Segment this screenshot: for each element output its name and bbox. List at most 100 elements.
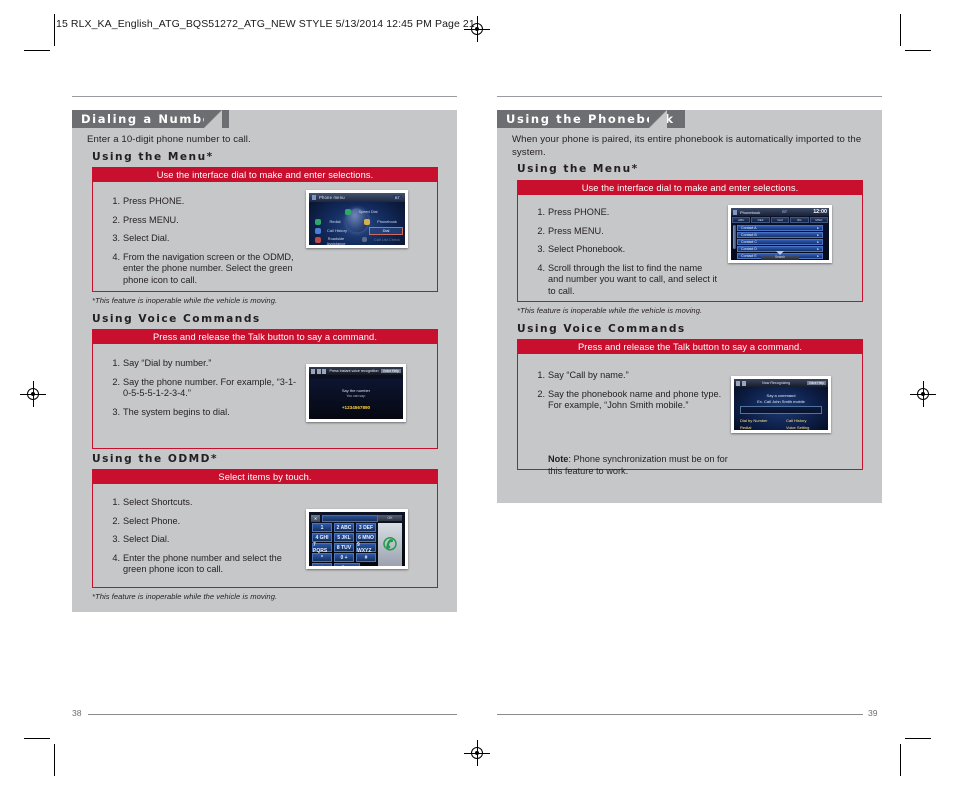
right-intro-text: When your phone is paired, its entire ph… — [512, 134, 862, 158]
voice-option-dial-by-number[interactable]: Dial by Number — [740, 418, 768, 423]
phonebook-tab-jkl[interactable]: JKL — [790, 217, 809, 223]
left-block2-procbox: Press and release the Talk button to say… — [92, 329, 438, 449]
keypad-key-hash[interactable]: # — [356, 553, 376, 562]
left-block1-footnote: *This feature is inoperable while the ve… — [92, 296, 278, 305]
right-page-top-rule — [497, 96, 882, 97]
list-item: 1. Press PHONE. — [533, 207, 718, 219]
crop-mark-top-right-h — [905, 50, 931, 51]
step-number: 1. — [112, 358, 120, 368]
step-text: The system begins to dial. — [123, 406, 230, 417]
keypad-key-7[interactable]: 7 PQRS — [312, 542, 332, 554]
voice-command-input[interactable] — [740, 406, 822, 414]
step-text: Press MENU. — [123, 214, 179, 225]
odmd-keypad-screenshot: ✕ OK 1 2 ABC 3 DEF 4 GHI 5 JKL 6 MNO 7 P… — [306, 509, 408, 569]
phonebook-status: BT — [782, 210, 788, 214]
phone-menu-item-speed-dial: Speed Dial — [358, 209, 378, 214]
phonebook-icon — [364, 219, 370, 225]
voice-option-voice-setting[interactable]: Voice Setting — [786, 425, 809, 430]
list-item: 3. Select Dial. — [108, 233, 303, 245]
keypad-key-plus[interactable]: + — [312, 563, 332, 566]
key-label: 8 TUV — [336, 544, 352, 551]
indicator-icon — [741, 380, 746, 386]
contact-name: Contact C — [741, 240, 757, 245]
phonebook-alpha-tabs: ABC DEF GHI JKL MNO — [732, 217, 829, 223]
ok-button[interactable]: OK — [378, 514, 402, 521]
list-item[interactable]: Contact C ▸ — [737, 239, 823, 246]
key-label: 6 MNO — [358, 534, 374, 541]
phonebook-screenshot: Phonebook BT 12:00 ABC DEF GHI JKL MNO C… — [728, 205, 832, 263]
voice-help-button[interactable]: Voice Help — [806, 381, 826, 385]
contact-type-icon: ▸ — [817, 233, 819, 238]
left-block1-body: 1. Press PHONE. 2. Press MENU. 3. Select Di… — [93, 182, 437, 292]
right-block1-body: 1. Press PHONE. 2. Press MENU. 3. Select Ph… — [518, 195, 862, 302]
left-intro-text: Enter a 10-digit phone number to call. — [87, 134, 251, 145]
right-block2-steps: 1. Say “Call by name.” 2. Say the phoneboo… — [533, 370, 723, 419]
list-item: 4. From the navigation screen or the ODMD… — [108, 252, 303, 287]
close-icon[interactable]: ✕ — [311, 514, 320, 522]
keypad-key-5[interactable]: 5 JKL — [334, 533, 354, 542]
right-block1-subhead: Using the Menu* — [517, 163, 639, 175]
phone-menu-titlebar: Phone menu BT — [309, 193, 405, 202]
keypad-key-1[interactable]: 1 — [312, 523, 332, 532]
phonebook-tab-ghi[interactable]: GHI — [770, 217, 790, 223]
voice-option-call-history[interactable]: Call History — [786, 418, 806, 423]
step-text: Say “Call by name.” — [548, 370, 629, 380]
voice-help-button[interactable]: Voice Help — [380, 369, 401, 373]
phonebook-title: Phonebook — [740, 209, 761, 215]
note-label: Note — [548, 454, 569, 464]
phonebook-tab-def[interactable]: DEF — [751, 217, 770, 223]
voice-dial-number: +1234567890 — [341, 405, 371, 410]
key-label: * — [321, 554, 323, 561]
green-phone-icon[interactable]: ✆ — [378, 523, 402, 566]
crop-mark-top-left-h — [24, 50, 50, 51]
list-item: 2. Say the phone number. For example, “3-… — [108, 377, 298, 400]
left-page-number: 38 — [72, 708, 82, 718]
step-text: Select Dial. — [123, 233, 170, 244]
right-block1-procbox: Use the interface dial to make and enter… — [517, 180, 863, 302]
left-block1-procbox: Use the interface dial to make and enter… — [92, 167, 438, 292]
indicator-icon — [316, 368, 321, 374]
keypad-key-8[interactable]: 8 TUV — [334, 543, 354, 552]
left-block3-body: 1. Select Shortcuts. 2. Select Phone. 3. Se… — [93, 484, 437, 588]
list-item: 1. Say “Dial by number.” — [108, 358, 298, 370]
phone-menu-title: Phone menu — [319, 195, 345, 200]
right-block2-body: 1. Say “Call by name.” 2. Say the phoneboo… — [518, 354, 862, 476]
scrollbar[interactable] — [733, 225, 736, 249]
list-item: 3. Select Dial. — [108, 534, 303, 546]
step-text: Select Dial. — [123, 534, 170, 545]
voice-option-redial[interactable]: Redial — [740, 425, 751, 430]
phonebook-tab-abc[interactable]: ABC — [732, 217, 751, 223]
step-number: 1. — [537, 207, 545, 217]
list-item[interactable]: Contact B ▸ — [737, 232, 823, 239]
left-block2-body: 1. Say “Dial by number.” 2. Say the phone … — [93, 344, 437, 449]
contact-type-icon: ▸ — [817, 226, 819, 231]
keypad-key-2[interactable]: 2 ABC — [334, 523, 354, 532]
list-item: 3. Select Phonebook. — [533, 244, 718, 256]
call-list-icon — [362, 237, 367, 242]
phone-menu-item-dial-selected[interactable]: Dial — [369, 227, 403, 235]
keypad-key-0[interactable]: 0 + — [334, 553, 354, 562]
keypad-key-star[interactable]: * — [312, 553, 332, 562]
phone-menu-item-redial: Redial — [329, 219, 341, 224]
search-button[interactable]: Search — [761, 255, 799, 260]
indicator-icon — [736, 380, 740, 386]
keypad-key-9[interactable]: 9 WXYZ — [356, 542, 376, 554]
keypad-key-pause[interactable]: Pause — [334, 563, 360, 566]
keypad-key-3[interactable]: 3 DEF — [356, 523, 376, 532]
phone-number-field[interactable] — [322, 514, 378, 522]
right-block2-procbox: Press and release the Talk button to say… — [517, 339, 863, 476]
list-item[interactable]: Contact A ▸ — [737, 225, 823, 232]
left-block3-banner: Select items by touch. — [93, 470, 437, 484]
left-block2-banner: Press and release the Talk button to say… — [93, 330, 437, 344]
left-block1-banner: Use the interface dial to make and enter… — [93, 168, 437, 182]
odmd-keypad-screen: ✕ OK 1 2 ABC 3 DEF 4 GHI 5 JKL 6 MNO 7 P… — [309, 512, 405, 566]
list-item: 2. Select Phone. — [108, 516, 303, 528]
list-item: 1. Press PHONE. — [108, 196, 303, 208]
step-number: 2. — [112, 214, 120, 225]
right-block1-footnote: *This feature is inoperable while the ve… — [517, 306, 703, 315]
phonebook-tab-mno[interactable]: MNO — [809, 217, 829, 223]
crop-mark-bottom-right-h — [905, 738, 931, 739]
indicator-icon — [311, 368, 315, 374]
speed-dial-icon — [345, 209, 351, 215]
contact-type-icon: ▸ — [817, 247, 819, 252]
